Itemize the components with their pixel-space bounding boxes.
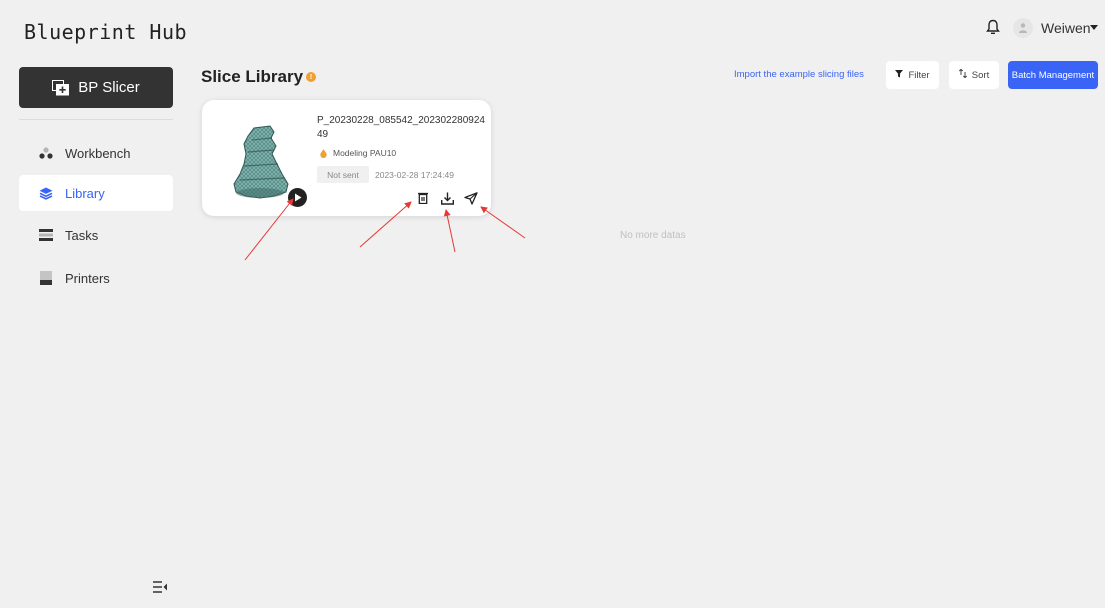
avatar[interactable] bbox=[1013, 18, 1033, 38]
filter-label: Filter bbox=[908, 69, 930, 81]
sort-label: Sort bbox=[971, 69, 990, 81]
bp-slicer-label: BP Slicer bbox=[78, 79, 140, 96]
sidebar-item-printers[interactable]: Printers bbox=[19, 260, 173, 296]
import-example-link[interactable]: Import the example slicing files bbox=[734, 69, 864, 80]
download-icon[interactable] bbox=[439, 190, 455, 206]
username[interactable]: Weiwen bbox=[1041, 20, 1091, 36]
status-badge: Not sent bbox=[317, 166, 369, 183]
sidebar-item-library[interactable]: Library bbox=[19, 175, 173, 211]
sidebar-divider bbox=[19, 119, 173, 120]
bp-slicer-button[interactable]: BP Slicer bbox=[19, 67, 173, 108]
page-title: Slice Library bbox=[201, 67, 304, 86]
material-info: Modeling PAU10 bbox=[320, 148, 396, 158]
sidebar-item-label: Tasks bbox=[65, 227, 99, 243]
sort-button[interactable]: Sort bbox=[949, 61, 999, 89]
bell-icon[interactable] bbox=[986, 19, 1000, 35]
library-icon bbox=[39, 186, 53, 200]
info-badge-icon[interactable]: ! bbox=[306, 72, 316, 82]
chevron-down-icon[interactable] bbox=[1090, 25, 1098, 30]
collapse-sidebar-icon[interactable] bbox=[153, 580, 167, 593]
sort-icon bbox=[958, 68, 967, 81]
sidebar: BP Slicer Workbench Library Tasks Printe… bbox=[0, 60, 188, 608]
annotation-arrow-download bbox=[443, 209, 456, 253]
timestamp: 2023-02-28 17:24:49 bbox=[375, 170, 454, 180]
top-bar: Blueprint Hub Weiwen bbox=[0, 0, 1105, 60]
play-preview-button[interactable] bbox=[288, 188, 307, 207]
app-logo: Blueprint Hub bbox=[24, 20, 188, 44]
filter-icon bbox=[895, 69, 904, 81]
file-name: P_20230228_085542_20230228092449 bbox=[317, 115, 485, 140]
material-label: Modeling PAU10 bbox=[333, 148, 397, 158]
sidebar-item-label: Library bbox=[65, 185, 105, 201]
batch-management-button[interactable]: Batch Management bbox=[1008, 61, 1098, 89]
sidebar-item-workbench[interactable]: Workbench bbox=[19, 135, 173, 171]
tasks-icon bbox=[39, 228, 53, 242]
filter-button[interactable]: Filter bbox=[886, 61, 939, 89]
delete-icon[interactable] bbox=[415, 190, 431, 206]
sidebar-item-tasks[interactable]: Tasks bbox=[19, 217, 173, 253]
printers-icon bbox=[39, 271, 53, 285]
model-thumbnail[interactable] bbox=[230, 122, 290, 204]
no-more-data-text: No more datas bbox=[620, 230, 686, 241]
workbench-icon bbox=[39, 146, 53, 160]
sidebar-item-label: Printers bbox=[65, 270, 110, 286]
send-icon[interactable] bbox=[463, 190, 479, 206]
slicer-app-icon bbox=[52, 79, 70, 96]
sidebar-item-label: Workbench bbox=[65, 145, 131, 161]
material-drop-icon bbox=[320, 148, 327, 158]
